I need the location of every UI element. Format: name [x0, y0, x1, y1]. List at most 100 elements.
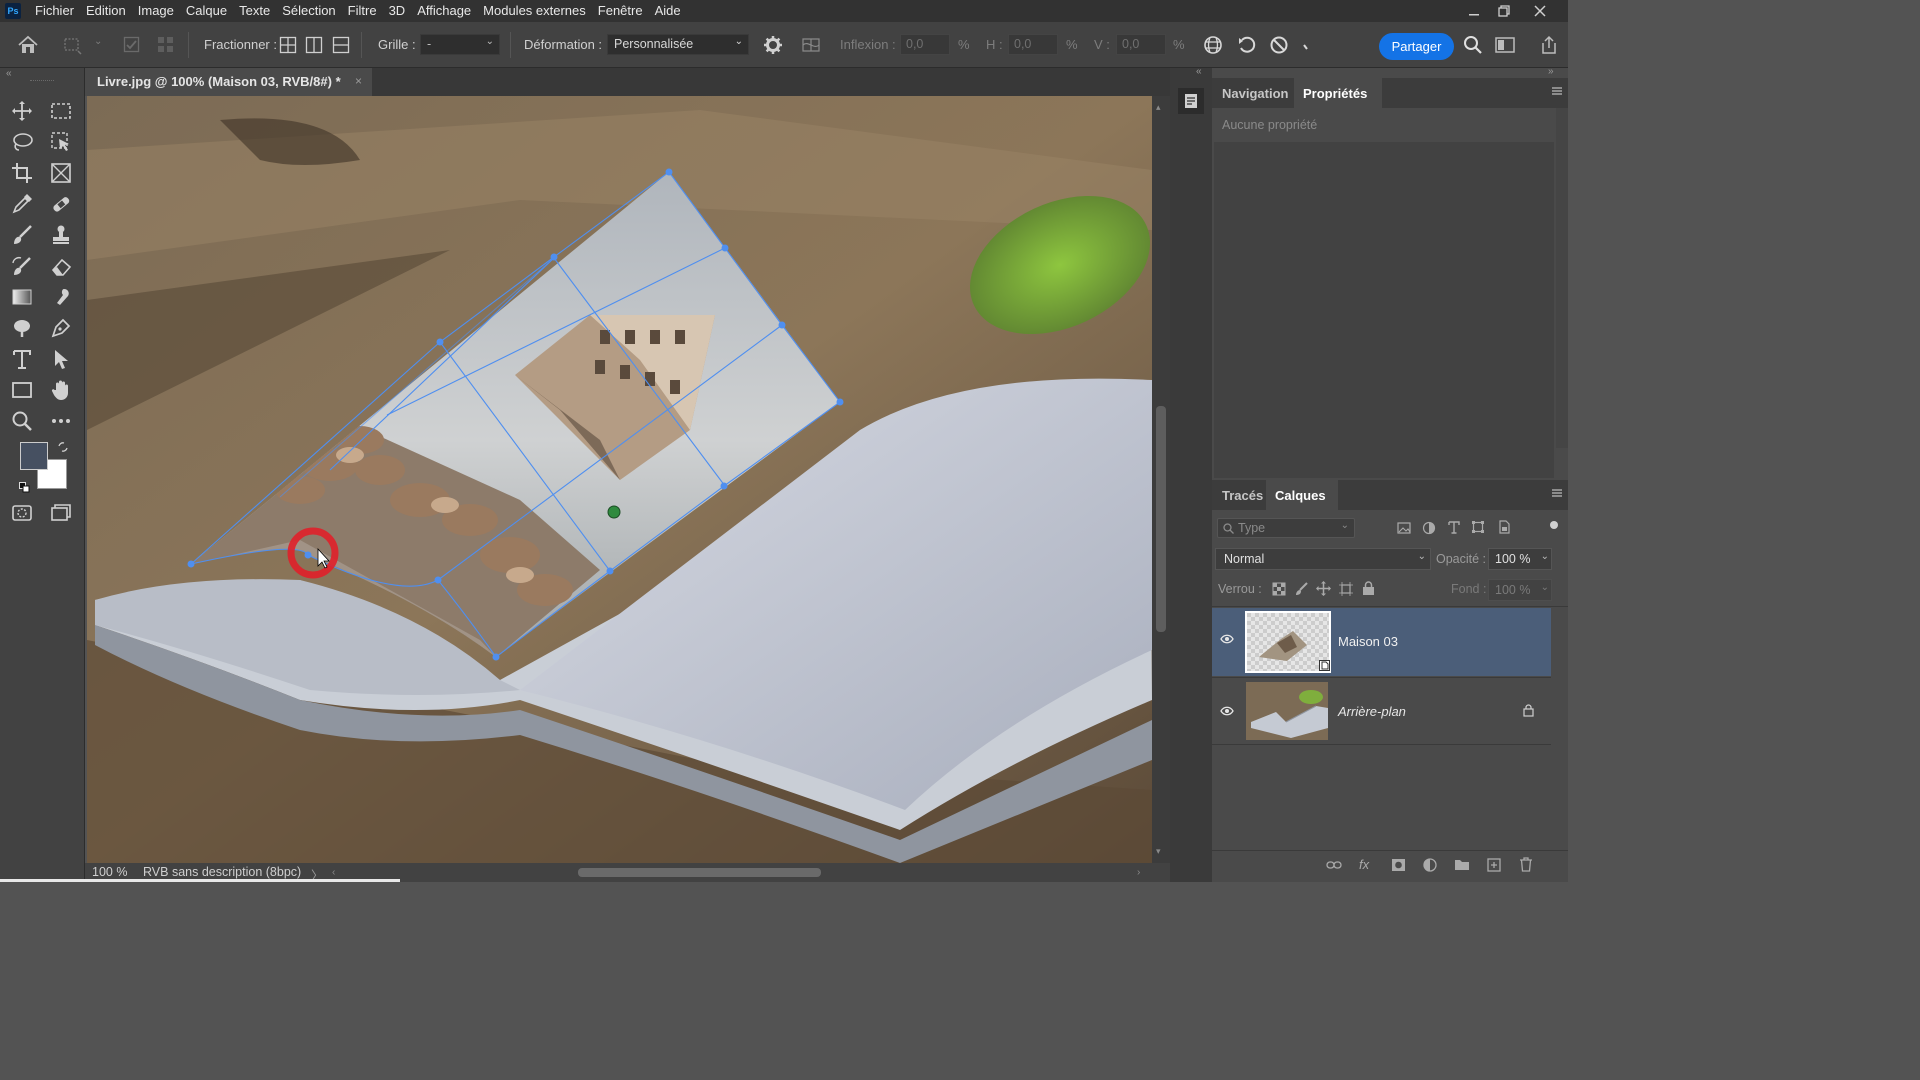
- swap-colors-button[interactable]: [58, 442, 68, 452]
- properties-panel-menu[interactable]: [1552, 86, 1562, 96]
- filter-pixel-button[interactable]: [1397, 521, 1411, 535]
- split-vertical-button[interactable]: [302, 33, 326, 57]
- layer-filter-select[interactable]: Type ⌄: [1217, 518, 1355, 538]
- layer-row-maison-03[interactable]: Maison 03: [1212, 608, 1551, 676]
- document-canvas[interactable]: [87, 96, 1152, 863]
- gradient-tool[interactable]: [9, 284, 35, 310]
- reset-button[interactable]: [1235, 33, 1259, 57]
- collapse-icon[interactable]: «: [6, 68, 12, 79]
- scroll-right-icon[interactable]: ›: [1137, 867, 1140, 878]
- default-colors-button[interactable]: [19, 482, 30, 493]
- tab-traces[interactable]: Tracés: [1222, 488, 1263, 503]
- menu-selection[interactable]: Sélection: [276, 0, 341, 22]
- marquee-tool[interactable]: [48, 98, 74, 124]
- new-group-button[interactable]: [1454, 858, 1470, 871]
- menu-affichage[interactable]: Affichage: [411, 0, 477, 22]
- move-tool[interactable]: [9, 98, 35, 124]
- fx-icon[interactable]: fx: [1359, 857, 1369, 872]
- filter-type-button[interactable]: [1447, 520, 1461, 534]
- v-distortion-input[interactable]: 0,0: [1116, 34, 1166, 55]
- filter-shape-button[interactable]: [1471, 520, 1485, 534]
- menu-modules-externes[interactable]: Modules externes: [477, 0, 592, 22]
- eyedropper-tool[interactable]: [9, 191, 35, 217]
- grid-select[interactable]: - ⌄: [420, 34, 500, 55]
- quick-mask-button[interactable]: [9, 500, 35, 526]
- brush-tool[interactable]: [9, 222, 35, 248]
- h-distortion-input[interactable]: 0,0: [1008, 34, 1058, 55]
- home-button[interactable]: [16, 33, 40, 57]
- lasso-tool[interactable]: [9, 129, 35, 155]
- menu-filtre[interactable]: Filtre: [342, 0, 383, 22]
- menu-edition[interactable]: Edition: [80, 0, 132, 22]
- fill-input[interactable]: 100 % ⌄: [1488, 579, 1552, 601]
- restore-window-button[interactable]: [1488, 0, 1520, 22]
- layer-name[interactable]: Arrière-plan: [1338, 704, 1406, 719]
- menu-3d[interactable]: 3D: [383, 0, 412, 22]
- collapse-icon[interactable]: «: [1196, 66, 1202, 77]
- type-tool[interactable]: [9, 346, 35, 372]
- split-horizontal-button[interactable]: [329, 33, 353, 57]
- vertical-scroll-thumb[interactable]: [1156, 406, 1166, 632]
- warp-settings-button[interactable]: [761, 33, 785, 57]
- lock-artboard-button[interactable]: [1339, 582, 1353, 596]
- opacity-input[interactable]: 100 % ⌄: [1488, 548, 1552, 570]
- bend-input[interactable]: 0,0: [900, 34, 950, 55]
- pen-tool[interactable]: [48, 315, 74, 341]
- commit-transform-button[interactable]: [1294, 33, 1318, 57]
- properties-scrollbar[interactable]: [1556, 108, 1568, 448]
- horizontal-scroll-thumb[interactable]: [578, 868, 821, 877]
- eraser-tool[interactable]: [48, 253, 74, 279]
- menu-image[interactable]: Image: [132, 0, 180, 22]
- screen-mode-button[interactable]: [48, 500, 74, 526]
- split-crosswise-button[interactable]: [276, 33, 300, 57]
- new-adjustment-button[interactable]: [1423, 858, 1437, 872]
- workspace-button[interactable]: [1493, 33, 1517, 57]
- layer-visibility-toggle[interactable]: [1220, 706, 1234, 716]
- object-selection-tool[interactable]: [48, 129, 74, 155]
- layer-name[interactable]: Maison 03: [1338, 634, 1398, 649]
- menu-fichier[interactable]: Fichier: [29, 0, 80, 22]
- commit-button[interactable]: [120, 33, 144, 57]
- menu-aide[interactable]: Aide: [649, 0, 687, 22]
- puppet-warp-toggle[interactable]: [1201, 33, 1225, 57]
- vertical-scrollbar[interactable]: ▴ ▾: [1152, 96, 1170, 863]
- scroll-left-icon[interactable]: ‹: [332, 867, 335, 878]
- filter-adjustment-button[interactable]: [1422, 521, 1436, 535]
- zoom-level[interactable]: 100 %: [92, 865, 127, 879]
- dodge-tool[interactable]: [9, 315, 35, 341]
- cancel-transform-button[interactable]: [1267, 33, 1291, 57]
- layer-row-arriere-plan[interactable]: Arrière-plan: [1212, 677, 1551, 745]
- zoom-tool[interactable]: [9, 408, 35, 434]
- delete-layer-button[interactable]: [1519, 857, 1533, 872]
- foreground-color-swatch[interactable]: [20, 442, 48, 470]
- lock-transparency-button[interactable]: [1272, 582, 1286, 596]
- layer-visibility-toggle[interactable]: [1220, 634, 1234, 644]
- history-brush-tool[interactable]: [9, 253, 35, 279]
- close-tab-button[interactable]: ×: [355, 74, 362, 88]
- link-layers-button[interactable]: [1326, 859, 1342, 871]
- scroll-down-icon[interactable]: ▾: [1156, 846, 1161, 857]
- share-button[interactable]: Partager: [1379, 33, 1454, 60]
- rectangle-tool[interactable]: [9, 377, 35, 403]
- warp-style-select[interactable]: Personnalisée ⌄: [607, 34, 749, 55]
- lock-pixels-button[interactable]: [1295, 582, 1309, 596]
- toolbar-grip[interactable]: [30, 80, 54, 82]
- search-button[interactable]: [1461, 33, 1485, 57]
- more-tools-button[interactable]: [48, 408, 74, 434]
- menu-fenetre[interactable]: Fenêtre: [592, 0, 649, 22]
- path-selection-tool[interactable]: [48, 346, 74, 372]
- smudge-tool[interactable]: [48, 284, 74, 310]
- tab-proprietes[interactable]: Propriétés: [1294, 78, 1382, 108]
- layer-thumbnail-arriere-plan[interactable]: [1246, 682, 1328, 740]
- frame-tool[interactable]: [48, 160, 74, 186]
- hand-tool[interactable]: [48, 377, 74, 403]
- comments-panel-button[interactable]: [1178, 88, 1204, 114]
- document-tab[interactable]: Livre.jpg @ 100% (Maison 03, RVB/8#) * ×: [85, 68, 372, 96]
- add-mask-button[interactable]: [1391, 858, 1406, 872]
- tab-navigation[interactable]: Navigation: [1222, 86, 1288, 101]
- menu-calque[interactable]: Calque: [180, 0, 233, 22]
- minimize-window-button[interactable]: [1458, 0, 1490, 22]
- filter-smart-object-button[interactable]: [1497, 520, 1511, 534]
- crop-tool[interactable]: [9, 160, 35, 186]
- close-window-button[interactable]: [1524, 0, 1556, 22]
